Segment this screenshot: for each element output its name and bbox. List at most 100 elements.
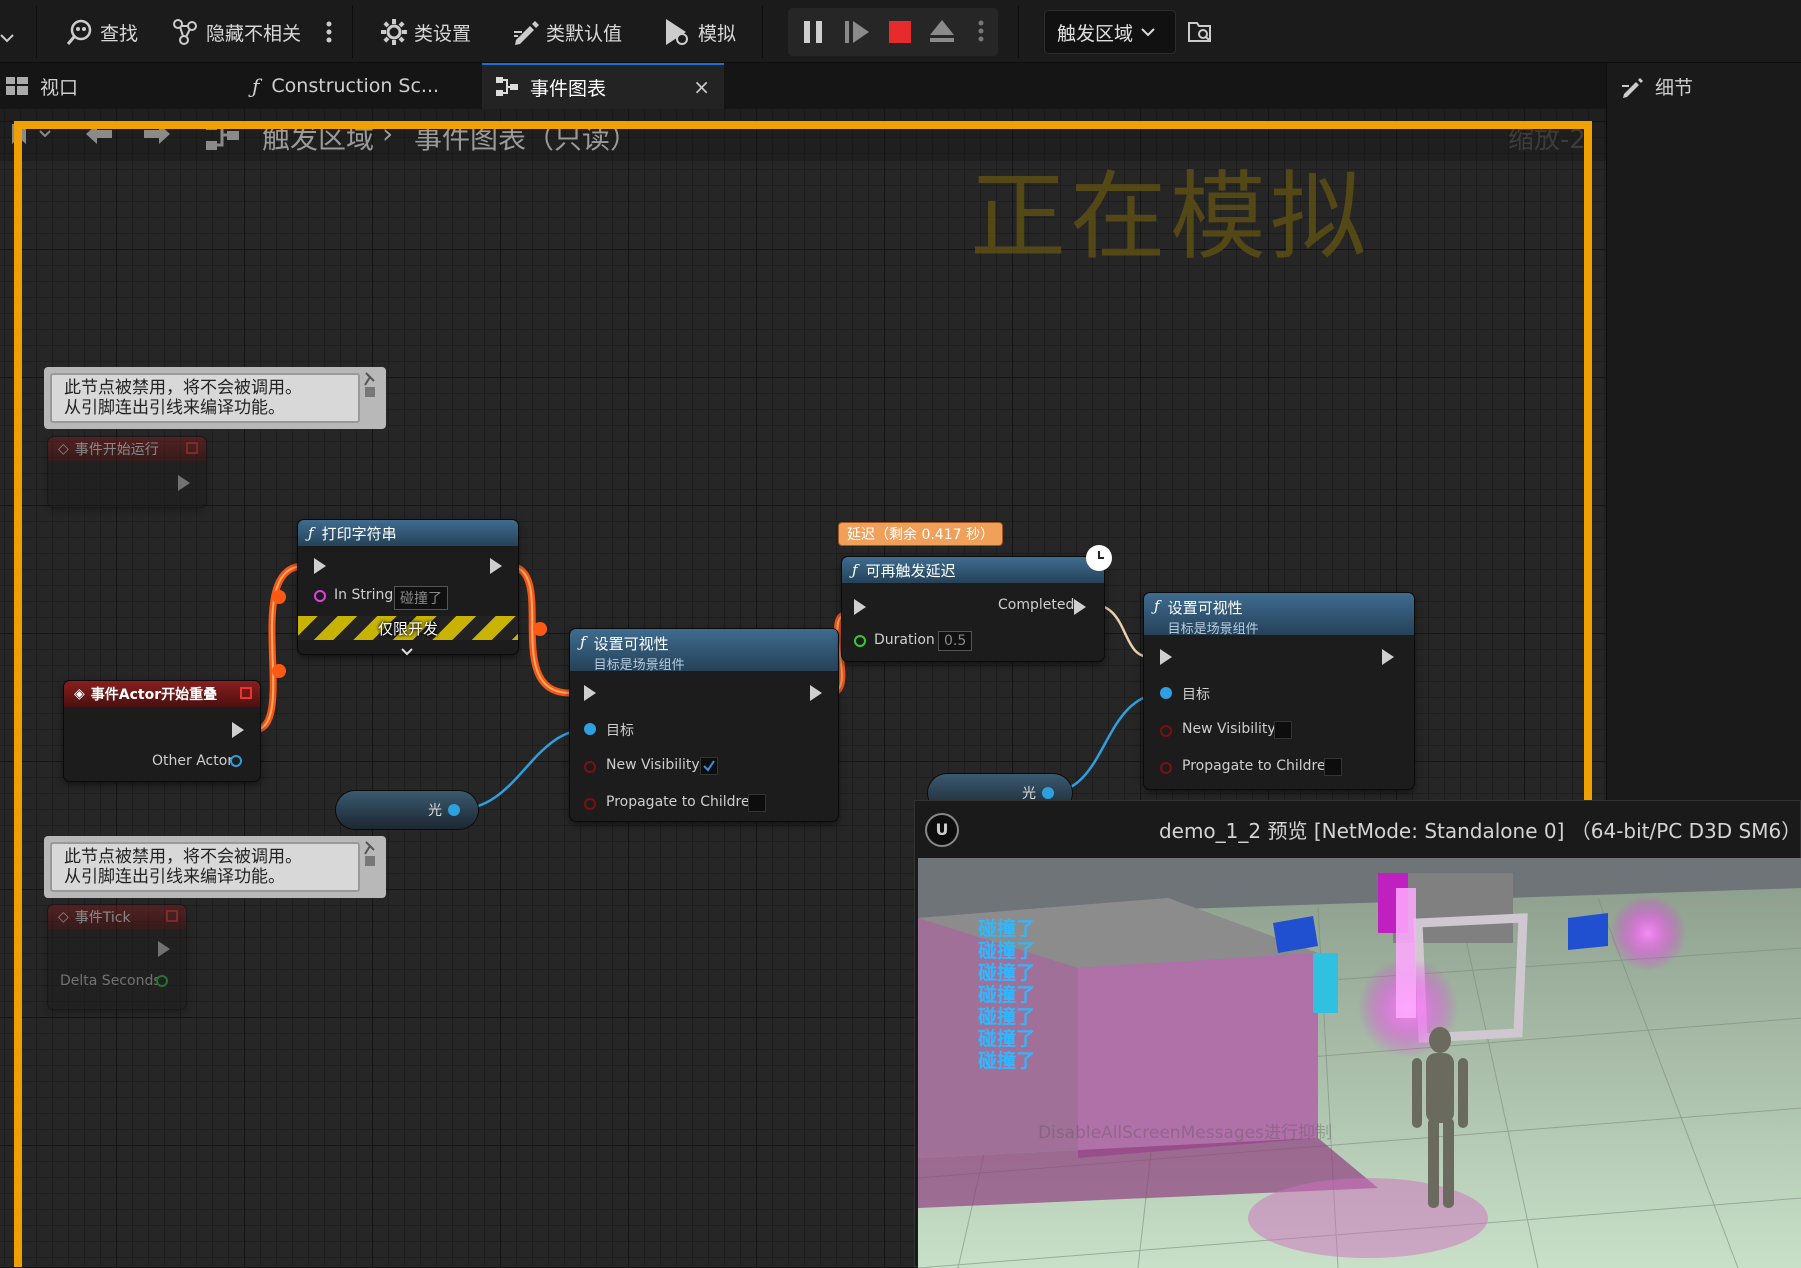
propagate-pin[interactable]: [584, 798, 596, 810]
set-visibility-node-1[interactable]: ƒ 设置可视性 目标是场景组件 目标 New Visibility Propag…: [570, 629, 838, 821]
game-viewport[interactable]: DisableAllScreenMessages进行抑制 碰撞了 碰撞了 碰撞了…: [918, 858, 1801, 1268]
node-header: ◈ 事件Actor开始重叠: [64, 681, 260, 707]
propagate-pin[interactable]: [1160, 762, 1172, 774]
exec-out-pin[interactable]: [1382, 649, 1394, 665]
light-variable-node-1[interactable]: 光: [336, 791, 478, 829]
main-toolbar: 查找 隐藏不相关 类设置 类默认值 模拟 触发区域: [0, 0, 1801, 63]
node-header: ƒ 打印字符串: [298, 520, 518, 546]
function-icon: ƒ: [1154, 597, 1160, 615]
more-options-icon[interactable]: [978, 20, 984, 46]
simulation-controls: [788, 8, 998, 56]
set-visibility-node-2[interactable]: ƒ 设置可视性 目标是场景组件 目标 New Visibility Propag…: [1144, 593, 1414, 789]
pin-icon[interactable]: [362, 371, 378, 403]
duration-input[interactable]: 0.5: [938, 631, 973, 651]
target-label: 目标: [606, 723, 634, 739]
exec-in-pin[interactable]: [1160, 649, 1172, 665]
other-actor-pin[interactable]: [230, 755, 242, 767]
tab-viewport-label: 视口: [40, 76, 79, 99]
delta-seconds-pin[interactable]: [156, 975, 168, 987]
exec-out-pin[interactable]: [232, 722, 244, 738]
delegate-pin-icon[interactable]: [186, 442, 198, 454]
propagate-checkbox[interactable]: [748, 794, 766, 812]
exec-out-pin[interactable]: [810, 685, 822, 701]
completed-label: Completed: [998, 597, 1075, 613]
retriggerable-delay-node[interactable]: ƒ 可再触发延迟 Completed Duration 0.5: [842, 545, 1112, 661]
in-string-label: In String: [334, 587, 394, 603]
game-scene: DisableAllScreenMessages进行抑制: [918, 858, 1801, 1268]
target-label: 目标: [1182, 687, 1210, 703]
faded-hint: DisableAllScreenMessages进行抑制: [1038, 1123, 1332, 1143]
debug-target-dropdown[interactable]: 触发区域: [1044, 10, 1176, 54]
close-icon[interactable]: ×: [693, 75, 710, 99]
chevron-down-icon: [1141, 28, 1155, 37]
duration-pin[interactable]: [854, 635, 866, 647]
chevron-down-icon[interactable]: [400, 642, 414, 661]
delta-seconds-label: Delta Seconds: [60, 973, 161, 989]
edit-icon: [1622, 77, 1643, 98]
node-header: ƒ 设置可视性 目标是场景组件: [570, 629, 838, 673]
exec-in-pin[interactable]: [584, 685, 596, 701]
node-header: ◇ 事件开始运行: [48, 437, 206, 461]
details-tab[interactable]: 细节: [1621, 73, 1693, 100]
in-string-pin[interactable]: [314, 590, 326, 602]
details-label: 细节: [1655, 77, 1694, 99]
exec-in-pin[interactable]: [854, 599, 866, 615]
eject-icon[interactable]: [928, 18, 956, 48]
class-defaults-button[interactable]: 类默认值: [512, 14, 622, 50]
exec-out-pin[interactable]: [490, 558, 502, 574]
node-title: 事件开始运行: [74, 442, 159, 458]
new-visibility-checkbox[interactable]: [700, 757, 718, 775]
more-options-icon[interactable]: [326, 14, 338, 50]
propagate-checkbox[interactable]: [1324, 758, 1342, 776]
simulate-button[interactable]: 模拟: [662, 14, 736, 50]
class-settings-button[interactable]: 类设置: [380, 14, 471, 50]
exec-out-pin[interactable]: [158, 941, 170, 957]
light-out-pin[interactable]: [448, 804, 460, 816]
exec-in-pin[interactable]: [314, 558, 326, 574]
event-tick-node[interactable]: ◇ 事件Tick Delta Seconds: [48, 905, 186, 1009]
delegate-pin-icon[interactable]: [240, 687, 252, 699]
pie-preview-window[interactable]: U demo_1_2 预览 [NetMode: Standalone 0] （6…: [914, 800, 1801, 1268]
event-actor-begin-overlap-node[interactable]: ◈ 事件Actor开始重叠 Other Actor: [64, 681, 260, 781]
node-graph-icon: [173, 19, 197, 45]
step-frame-icon[interactable]: [844, 20, 870, 48]
node-subtitle: 目标是场景组件: [1167, 622, 1259, 637]
class-defaults-label: 类默认值: [546, 22, 623, 45]
chevron-down-icon[interactable]: [0, 20, 20, 56]
completed-exec-pin[interactable]: [1074, 599, 1086, 615]
unreal-logo-icon: U: [925, 812, 959, 847]
node-title: 设置可视性: [1167, 599, 1243, 617]
target-pin[interactable]: [584, 723, 596, 735]
hide-unrelated-button[interactable]: 隐藏不相关: [172, 14, 301, 50]
pause-icon[interactable]: [802, 20, 824, 48]
event-begin-play-node[interactable]: ◇ 事件开始运行: [48, 437, 206, 507]
preview-title: demo_1_2 预览 [NetMode: Standalone 0] （64-…: [1158, 819, 1801, 843]
target-pin[interactable]: [1160, 687, 1172, 699]
find-button[interactable]: 查找: [66, 14, 138, 50]
node-title: 事件Actor开始重叠: [90, 687, 218, 703]
exec-out-pin[interactable]: [178, 475, 190, 491]
function-icon: ƒ: [308, 524, 314, 542]
new-visibility-label: New Visibility: [606, 757, 700, 773]
node-title: 设置可视性: [593, 635, 669, 653]
dev-only-label: 仅限开发: [377, 620, 438, 638]
new-visibility-pin[interactable]: [1160, 725, 1172, 737]
node-header: ƒ 设置可视性 目标是场景组件: [1144, 593, 1414, 637]
browse-debug-icon[interactable]: [1188, 14, 1220, 50]
pin-icon[interactable]: [362, 840, 378, 872]
tab-viewport[interactable]: 视口: [6, 63, 238, 109]
preview-title-bar[interactable]: U demo_1_2 预览 [NetMode: Standalone 0] （6…: [915, 801, 1801, 858]
simulate-label: 模拟: [698, 22, 737, 45]
light-out-pin[interactable]: [1042, 787, 1054, 799]
new-visibility-checkbox[interactable]: [1274, 721, 1292, 739]
print-string-node[interactable]: ƒ 打印字符串 In String 碰撞了 仅限开发: [298, 520, 518, 656]
new-visibility-pin[interactable]: [584, 761, 596, 773]
tab-event-graph[interactable]: 事件图表 ×: [482, 63, 724, 109]
delegate-pin-icon[interactable]: [166, 910, 178, 922]
tab-construction-script[interactable]: ƒ Construction Sc...: [252, 63, 480, 109]
in-string-input[interactable]: 碰撞了: [394, 586, 448, 610]
event-diamond-icon: ◈: [74, 686, 85, 702]
play-gear-icon: [666, 19, 688, 45]
event-diamond-icon: ◇: [58, 441, 69, 457]
stop-icon[interactable]: [888, 20, 912, 48]
